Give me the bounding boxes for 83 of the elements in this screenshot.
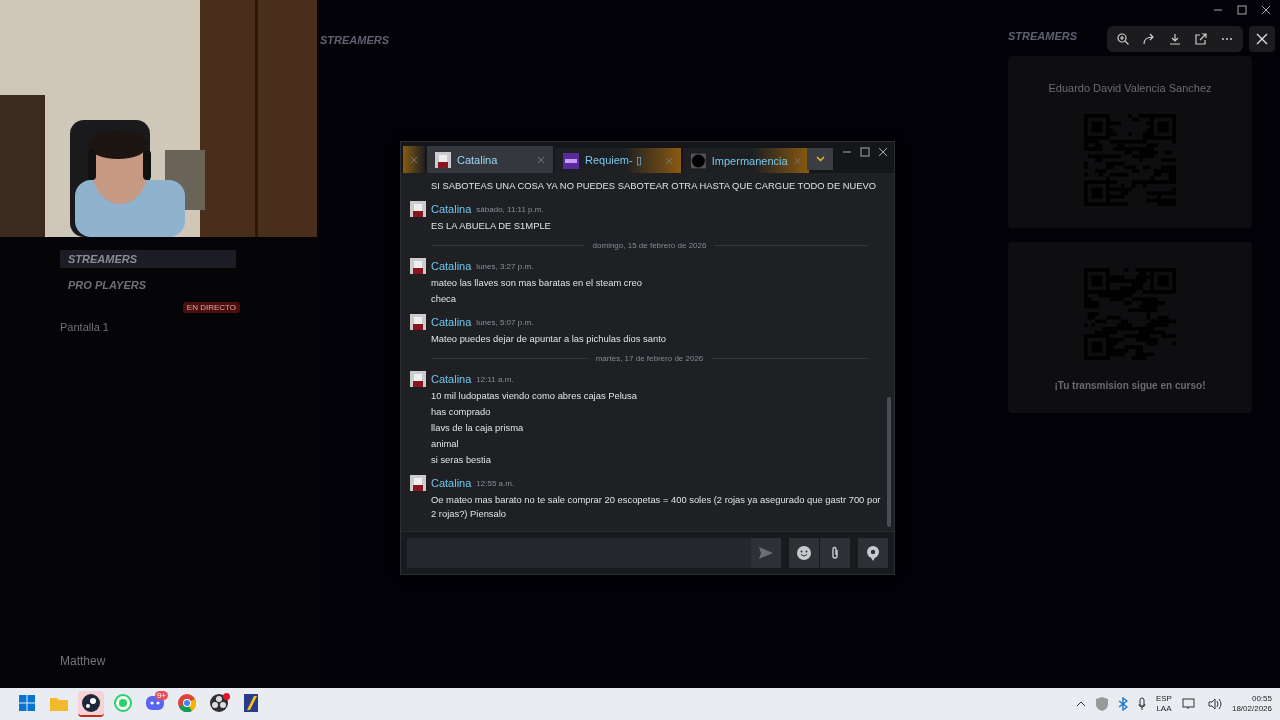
message-text: Mateo puedes dejar de apuntar a las pichulas dios santo — [430, 332, 668, 346]
tabs-dropdown-button[interactable] — [807, 148, 833, 170]
emoji-button[interactable] — [789, 538, 819, 568]
timestamp: 12:55 a.m. — [476, 478, 515, 488]
message-text: ES LA ABUELA DE S1MPLE — [430, 219, 552, 233]
screen-share-label: Pantalla 1 — [60, 321, 110, 333]
timestamp: sábado, 11:11 p.m. — [476, 204, 544, 214]
avatar-icon — [691, 152, 706, 169]
close-icon — [1256, 33, 1268, 45]
avatar-icon — [410, 314, 426, 330]
close-tab-button[interactable] — [410, 155, 418, 164]
show-hidden-icons-button[interactable] — [1075, 701, 1086, 707]
card-name: Eduardo David Valencia Sanchez — [1048, 82, 1212, 94]
shield-icon — [1095, 697, 1108, 711]
date-separator: domingo, 15 de febrero de 2026 — [592, 241, 707, 250]
more-icon — [1221, 37, 1233, 41]
author-name[interactable]: Catalina — [431, 373, 472, 385]
message-text: animal — [430, 437, 460, 451]
stream-notice: ¡Tu transmision sigue en curso! — [1054, 380, 1206, 391]
network-icon — [1181, 698, 1198, 710]
message-text: mateo las llaves son mas baratas en el steam creo — [430, 276, 644, 290]
avatar-icon — [410, 475, 426, 491]
chat-tab[interactable]: Catalina — [427, 146, 553, 173]
message-input[interactable] — [407, 538, 751, 568]
curved-arrow-icon — [1143, 33, 1155, 45]
message-text: SI SABOTEAS UNA COSA YA NO PUEDES SABOTEAR OTRA HASTA QUE CARGUE TODO DE NUEVO — [430, 179, 878, 193]
message-text: 10 mil ludopatas viendo como abres cajas Pelusa — [430, 389, 638, 403]
smiley-icon — [797, 546, 811, 560]
bluetooth-icon — [1117, 697, 1128, 711]
app-icon — [244, 694, 258, 712]
taskbar-app[interactable]: 9+ — [142, 691, 168, 717]
message-text: Oe mateo mas barato no te sale comprar 20 escopetas = 400 soles (2 rojas ya asegurado que gastr 700 por 2 rojas?) Piensalo — [430, 493, 882, 521]
volume-icon — [1207, 698, 1222, 710]
timestamp: lunes, 3:27 p.m. — [476, 261, 534, 271]
send-button[interactable] — [751, 538, 781, 568]
avatar-icon — [410, 201, 426, 217]
voice-button[interactable] — [858, 538, 888, 568]
windows-icon — [19, 695, 35, 711]
language-code: ESP — [1155, 694, 1172, 704]
avatar-icon — [410, 371, 426, 387]
language-indicator[interactable]: ESP LAA — [1155, 694, 1172, 714]
avatar-icon — [435, 151, 451, 168]
timestamp: lunes, 5:07 p.m. — [476, 317, 534, 327]
channel-item[interactable]: PRO PLAYERS — [60, 276, 236, 294]
chat-tab[interactable]: Requiem- ▯ — [555, 148, 681, 173]
message-text: has comprado — [430, 405, 492, 419]
game-controller-icon — [146, 696, 164, 710]
section-heading: STREAMERS — [1008, 30, 1078, 42]
timestamp: 12:11 a.m. — [476, 374, 514, 384]
section-heading: STREAMERS — [320, 34, 390, 46]
download-icon — [1169, 33, 1181, 45]
folder-icon — [50, 695, 68, 711]
live-badge: EN DIRECTO — [182, 302, 240, 313]
clock-date: 18/02/2026 — [1231, 704, 1272, 714]
message-text: llavs de la caja prisma — [430, 421, 525, 435]
external-link-icon — [1195, 33, 1207, 45]
maximize-button[interactable] — [860, 147, 870, 157]
browser-icon — [178, 694, 196, 712]
taskbar-app[interactable] — [78, 691, 104, 717]
message-text: checa — [430, 292, 458, 306]
author-name[interactable]: Catalina — [431, 316, 472, 328]
clock-time: 00:55 — [1251, 694, 1272, 704]
close-tab-button[interactable] — [537, 155, 545, 164]
clock[interactable]: 00:55 18/02/2026 — [1231, 694, 1272, 714]
chevron-down-icon — [815, 156, 825, 162]
avatar-icon — [410, 258, 426, 274]
send-icon — [759, 547, 773, 559]
notification-badge: 9+ — [154, 691, 168, 700]
chat-tab[interactable]: Impermanencia — [683, 148, 809, 173]
language-code: LAA — [1156, 704, 1172, 714]
author-name[interactable]: Catalina — [431, 477, 472, 489]
message-text: si seras bestia — [430, 453, 492, 467]
date-separator: martes, 17 de febrero de 2026 — [595, 354, 704, 363]
attach-button[interactable] — [820, 538, 850, 568]
channel-item[interactable]: STREAMERS — [60, 250, 236, 268]
paperclip-icon — [831, 546, 839, 560]
author-name[interactable]: Catalina — [431, 203, 472, 215]
close-button[interactable] — [1249, 26, 1275, 52]
close-button[interactable] — [878, 147, 888, 157]
zoom-in-icon — [1117, 33, 1129, 45]
user-name: Matthew — [60, 654, 107, 668]
avatar-icon — [563, 152, 579, 169]
author-name[interactable]: Catalina — [431, 260, 472, 272]
